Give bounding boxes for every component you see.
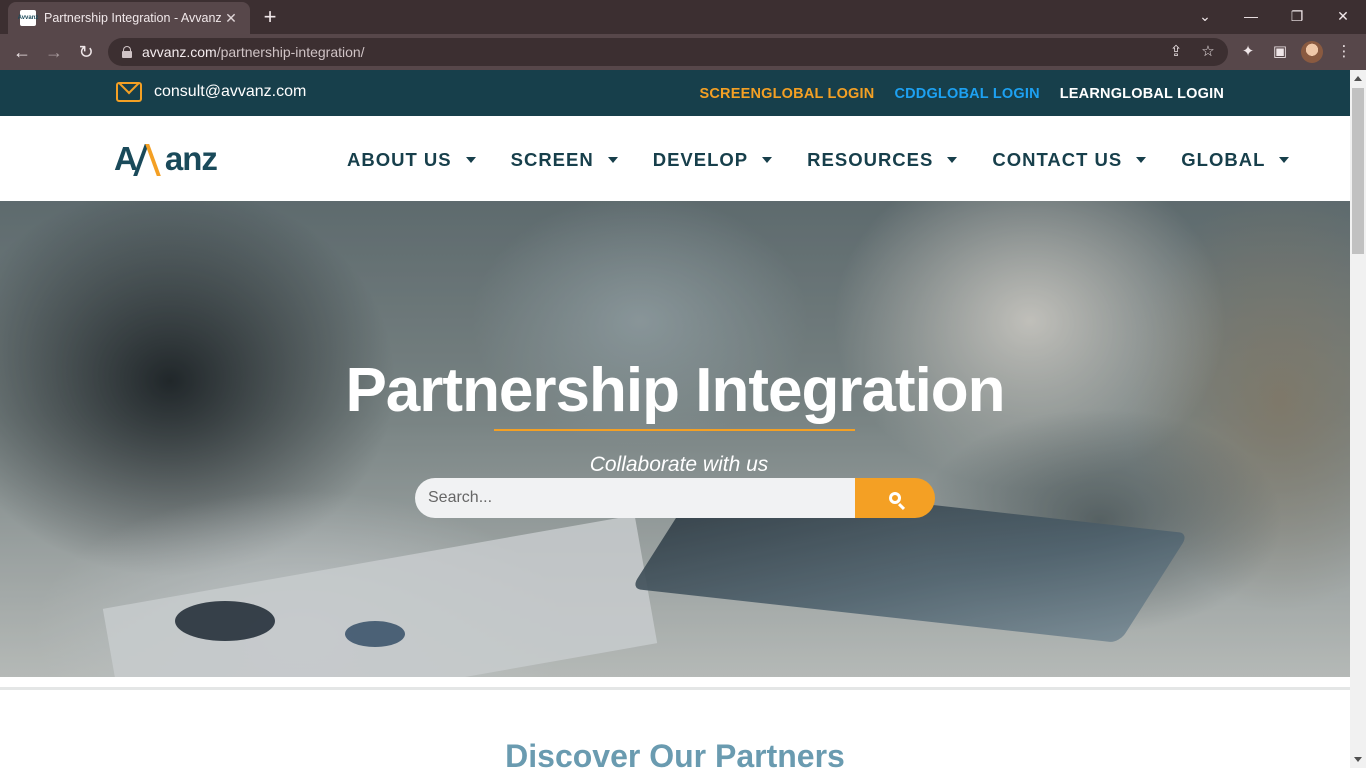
login-links: SCREENGLOBAL LOGIN CDDGLOBAL LOGIN LEARN… (700, 86, 1225, 102)
window-close-icon[interactable]: ✕ (1320, 0, 1366, 34)
hero-subtitle: Collaborate with us (589, 453, 769, 476)
scroll-up-icon[interactable] (1354, 76, 1362, 81)
browser-tab[interactable]: Avvanz Partnership Integration - Avvanz … (8, 2, 250, 34)
nav-label: DEVELOP (652, 149, 749, 170)
section-divider (0, 687, 1350, 690)
side-panel-icon[interactable]: ▣ (1266, 38, 1294, 66)
back-icon[interactable]: ← (8, 38, 36, 66)
scroll-down-icon[interactable] (1354, 757, 1362, 762)
search-icon (889, 492, 901, 504)
main-nav: ABOUT US SCREEN DEVELOP RESOURCES CONTAC… (347, 149, 1290, 171)
minimize-icon[interactable]: — (1228, 0, 1274, 34)
learnglobal-login-link[interactable]: LEARNGLOBAL LOGIN (1060, 86, 1224, 102)
lock-icon (122, 46, 132, 58)
nav-resources[interactable]: RESOURCES (807, 149, 958, 171)
caret-down-icon (762, 157, 773, 163)
nav-contact-us[interactable]: CONTACT US (992, 149, 1147, 171)
forward-icon[interactable]: → (40, 38, 68, 66)
search-input[interactable] (415, 478, 855, 518)
site-header: Aanz ABOUT US SCREEN DEVELOP RESOURCES C… (0, 116, 1350, 201)
email-link[interactable]: consult@avvanz.com (116, 82, 306, 102)
hero-title: Partnership Integration (345, 356, 1005, 425)
tab-title: Partnership Integration - Avvanz (44, 11, 222, 25)
nav-label: RESOURCES (807, 149, 934, 170)
scrollbar-thumb[interactable] (1352, 88, 1364, 254)
search-button[interactable] (855, 478, 935, 518)
browser-tabbar: Avvanz Partnership Integration - Avvanz … (0, 0, 1366, 34)
nav-label: CONTACT US (992, 149, 1123, 170)
logo-text: anz (164, 140, 218, 177)
caret-down-icon (1136, 157, 1147, 163)
share-icon[interactable]: ⇪ (1162, 38, 1190, 66)
reload-icon[interactable]: ↻ (72, 38, 100, 66)
url-host: avvanz.com (142, 44, 217, 60)
caret-down-icon (607, 157, 618, 163)
email-text: consult@avvanz.com (154, 83, 307, 100)
envelope-icon (116, 82, 142, 102)
favicon: Avvanz (18, 10, 38, 26)
screenglobal-login-link[interactable]: SCREENGLOBAL LOGIN (700, 86, 875, 102)
menu-kebab-icon[interactable]: ⋮ (1330, 38, 1358, 66)
restore-icon[interactable]: ❐ (1274, 0, 1320, 34)
nav-about-us[interactable]: ABOUT US (347, 149, 476, 171)
top-info-bar: consult@avvanz.com SCREENGLOBAL LOGIN CD… (0, 70, 1350, 116)
logo-letter: A (114, 140, 138, 177)
page-scrollbar[interactable] (1350, 70, 1366, 768)
web-page: consult@avvanz.com SCREENGLOBAL LOGIN CD… (0, 70, 1350, 768)
hero-underline (494, 429, 855, 431)
url-path: /partnership-integration/ (216, 44, 365, 60)
nav-develop[interactable]: DEVELOP (652, 149, 773, 171)
caret-down-icon (1279, 157, 1290, 163)
section-title: Discover Our Partners (505, 738, 845, 768)
nav-screen[interactable]: SCREEN (511, 149, 618, 171)
bookmark-star-icon[interactable]: ☆ (1194, 38, 1222, 66)
extensions-icon[interactable]: ✦ (1234, 38, 1262, 66)
close-tab-icon[interactable]: ✕ (222, 10, 240, 27)
search-form (415, 478, 935, 518)
tab-search-icon[interactable]: ⌄ (1182, 0, 1228, 34)
nav-label: ABOUT US (347, 149, 452, 170)
nav-global[interactable]: GLOBAL (1181, 149, 1290, 171)
logo-mark-icon (137, 144, 165, 174)
caret-down-icon (465, 157, 476, 163)
new-tab-icon[interactable]: + (258, 4, 282, 30)
nav-label: SCREEN (510, 149, 594, 170)
cddglobal-login-link[interactable]: CDDGLOBAL LOGIN (894, 86, 1039, 102)
address-bar[interactable]: avvanz.com/partnership-integration/ (108, 38, 1228, 66)
caret-down-icon (947, 157, 958, 163)
hero-banner: Partnership Integration Collaborate with… (0, 201, 1350, 677)
browser-toolbar: ← → ↻ avvanz.com/partnership-integration… (0, 34, 1366, 70)
nav-label: GLOBAL (1181, 149, 1266, 170)
profile-avatar[interactable] (1301, 41, 1323, 63)
avvanz-logo[interactable]: Aanz (114, 140, 218, 178)
hero-overlay (0, 201, 1350, 677)
